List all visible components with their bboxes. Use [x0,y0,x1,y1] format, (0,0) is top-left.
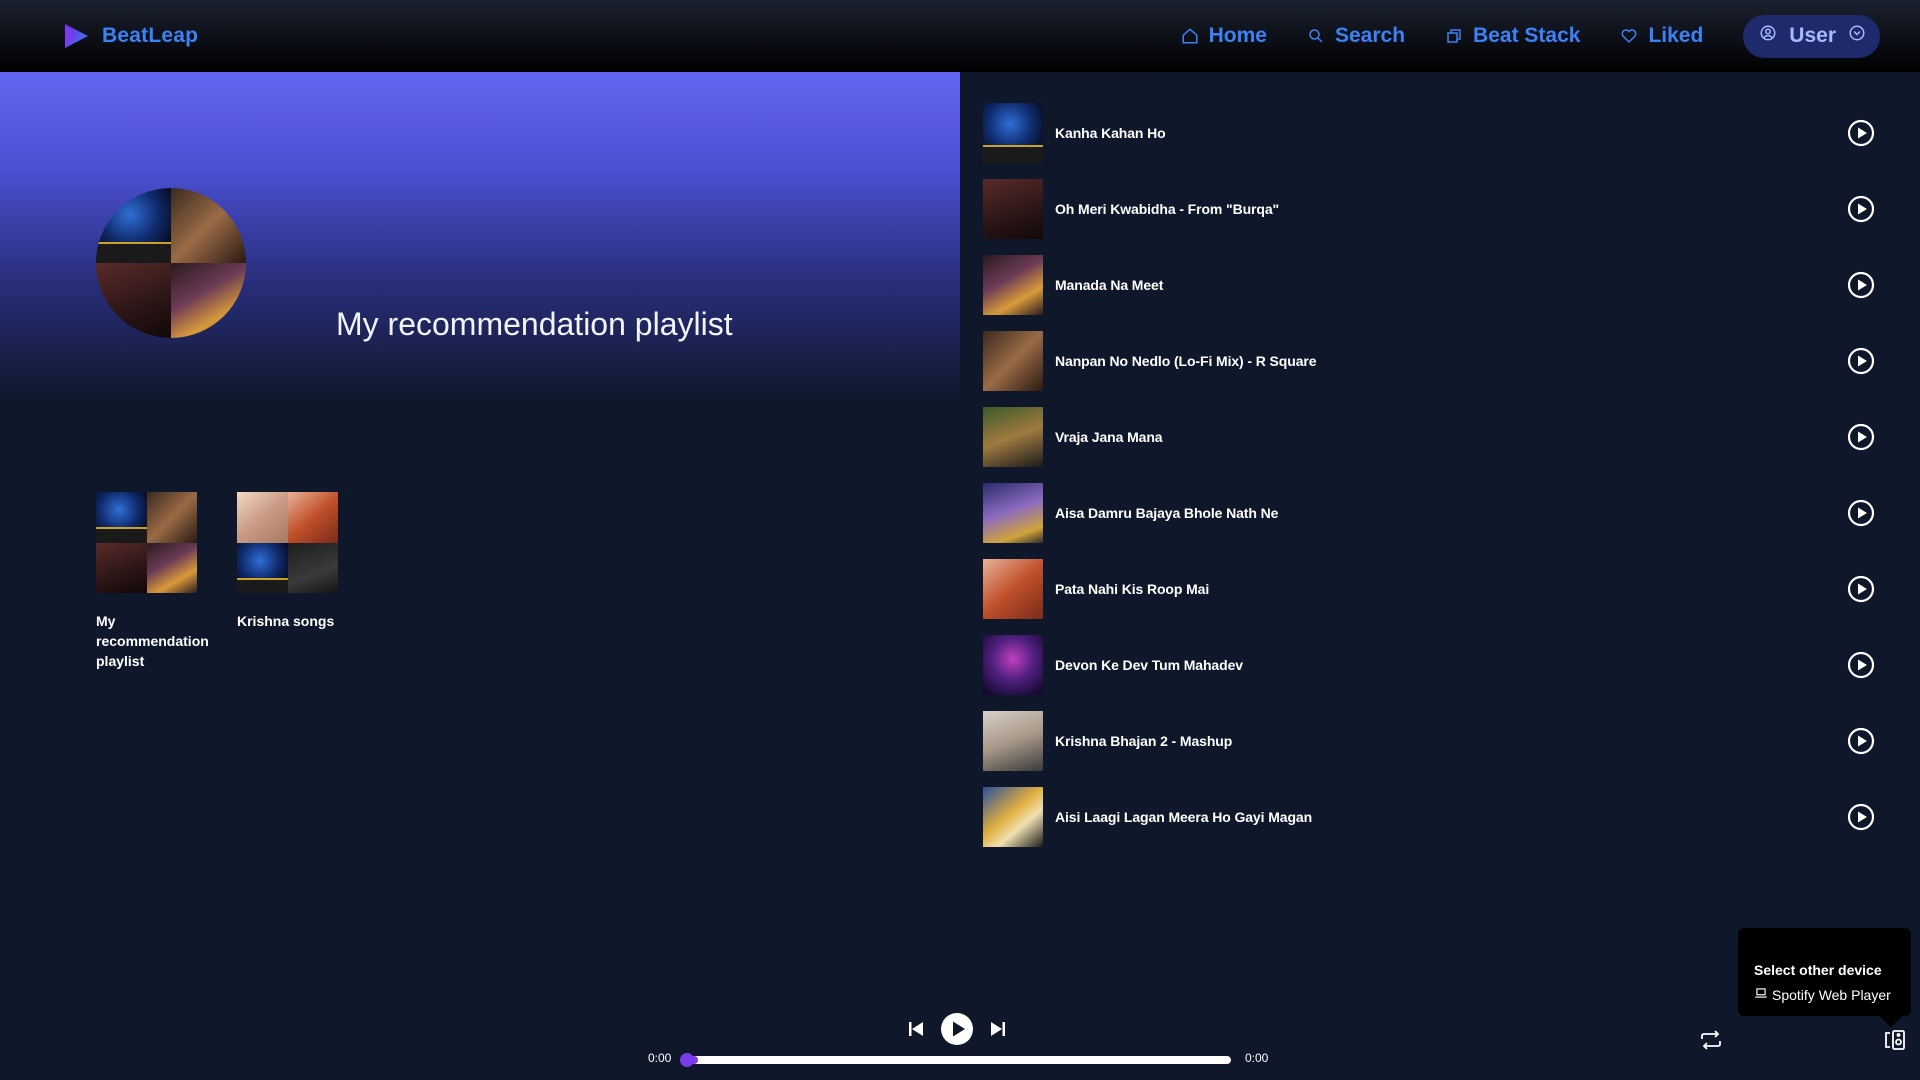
total-time: 0:00 [1245,1051,1269,1065]
brand-name: BeatLeap [102,24,199,47]
device-option[interactable]: Spotify Web Player [1754,986,1891,1003]
track-artwork [983,559,1043,619]
play-circle-icon[interactable] [1847,803,1875,831]
track-title: Devon Ke Dev Tum Mahadev [1055,657,1243,673]
user-menu-button[interactable]: User [1743,14,1880,58]
track-artwork [983,407,1043,467]
track-row[interactable]: Aisa Damru Bajaya Bhole Nath Ne [983,475,1899,551]
home-icon [1181,27,1199,45]
playlist-card[interactable]: My recommendation playlist [96,492,209,671]
play-circle-icon[interactable] [1847,119,1875,147]
devices-icon[interactable] [1883,1028,1907,1057]
playlist-grid: My recommendation playlist Krishna songs [96,492,338,671]
playlist-card-cover [237,492,338,593]
playlist-card[interactable]: Krishna songs [237,492,338,671]
heart-icon [1620,27,1638,45]
play-circle-icon[interactable] [1847,423,1875,451]
track-artwork [983,103,1043,163]
cover-tile [171,188,246,263]
playlist-card-cover [96,492,197,593]
track-artwork [983,255,1043,315]
nav-home-label: Home [1208,24,1267,47]
track-title: Kanha Kahan Ho [1055,125,1166,141]
track-title: Nanpan No Nedlo (Lo-Fi Mix) - R Square [1055,353,1317,369]
next-track-icon[interactable] [988,1019,1008,1039]
nav-beat-stack-label: Beat Stack [1473,24,1581,47]
nav-search[interactable]: Search [1307,24,1405,48]
track-row[interactable]: Devon Ke Dev Tum Mahadev [983,627,1899,703]
cover-tile [287,492,338,543]
track-artwork [983,179,1043,239]
track-row[interactable]: Nanpan No Nedlo (Lo-Fi Mix) - R Square [983,323,1899,399]
track-row[interactable]: Pata Nahi Kis Roop Mai [983,551,1899,627]
repeat-icon[interactable] [1699,1029,1723,1056]
search-icon [1307,27,1325,45]
stack-icon [1445,27,1463,45]
cover-tile [237,542,288,593]
cover-tile [96,542,147,593]
cover-tile [237,492,288,543]
play-circle-icon[interactable] [1847,651,1875,679]
laptop-icon [1754,986,1768,1003]
progress-handle[interactable] [680,1053,694,1067]
track-title: Pata Nahi Kis Roop Mai [1055,581,1210,597]
main-nav: Home Search Beat Stack Liked User [1141,14,1880,58]
current-time: 0:00 [648,1051,672,1065]
cover-tile [96,492,147,543]
track-list: Kanha Kahan Ho Oh Meri Kwabidha - From "… [983,95,1899,855]
track-title: Manada Na Meet [1055,277,1164,293]
track-title: Aisi Laagi Lagan Meera Ho Gayi Magan [1055,809,1313,825]
track-row[interactable]: Oh Meri Kwabidha - From "Burqa" [983,171,1899,247]
track-artwork [983,483,1043,543]
track-title: Krishna Bhajan 2 - Mashup [1055,733,1233,749]
cover-tile [96,263,171,338]
track-artwork [983,331,1043,391]
device-popover: Select other device Spotify Web Player [1738,928,1911,1016]
play-circle-icon[interactable] [1847,347,1875,375]
nav-liked[interactable]: Liked [1620,24,1703,48]
previous-track-icon[interactable] [906,1019,926,1039]
user-label: User [1789,24,1836,47]
cover-tile [96,188,171,263]
play-circle-icon[interactable] [1847,727,1875,755]
play-button[interactable] [940,1012,974,1046]
play-circle-icon[interactable] [1847,271,1875,299]
track-title: Aisa Damru Bajaya Bhole Nath Ne [1055,505,1279,521]
cover-tile [171,263,246,338]
nav-home[interactable]: Home [1181,24,1267,48]
track-row[interactable]: Vraja Jana Mana [983,399,1899,475]
top-navbar: BeatLeap Home Search Beat Stack Liked Us… [0,0,1920,72]
track-title: Vraja Jana Mana [1055,429,1163,445]
nav-search-label: Search [1335,24,1406,47]
track-row[interactable]: Kanha Kahan Ho [983,95,1899,171]
play-circle-icon[interactable] [1847,195,1875,223]
playlist-card-title: Krishna songs [237,613,335,629]
chevron-down-icon [1848,24,1866,48]
track-row[interactable]: Krishna Bhajan 2 - Mashup [983,703,1899,779]
nav-beat-stack[interactable]: Beat Stack [1445,24,1580,48]
brand[interactable]: BeatLeap [62,22,198,50]
track-artwork [983,787,1043,847]
player-controls [906,1012,1008,1046]
play-circle-icon[interactable] [1847,499,1875,527]
user-avatar-icon [1759,24,1777,48]
cover-tile [146,542,197,593]
track-artwork [983,711,1043,771]
playlist-title: My recommendation playlist [336,306,733,342]
progress-bar[interactable] [680,1053,1231,1067]
cover-tile [146,492,197,543]
track-artwork [983,635,1043,695]
play-logo-icon [62,22,90,50]
device-name: Spotify Web Player [1772,986,1891,1003]
track-row[interactable]: Manada Na Meet [983,247,1899,323]
cover-tile [287,542,338,593]
device-popover-heading: Select other device [1754,962,1882,978]
nav-liked-label: Liked [1648,24,1704,47]
playlist-cover [96,188,246,338]
track-row[interactable]: Aisi Laagi Lagan Meera Ho Gayi Magan [983,779,1899,855]
play-circle-icon[interactable] [1847,575,1875,603]
track-title: Oh Meri Kwabidha - From "Burqa" [1055,201,1280,217]
playlist-card-title: My recommendation playlist [96,613,209,669]
